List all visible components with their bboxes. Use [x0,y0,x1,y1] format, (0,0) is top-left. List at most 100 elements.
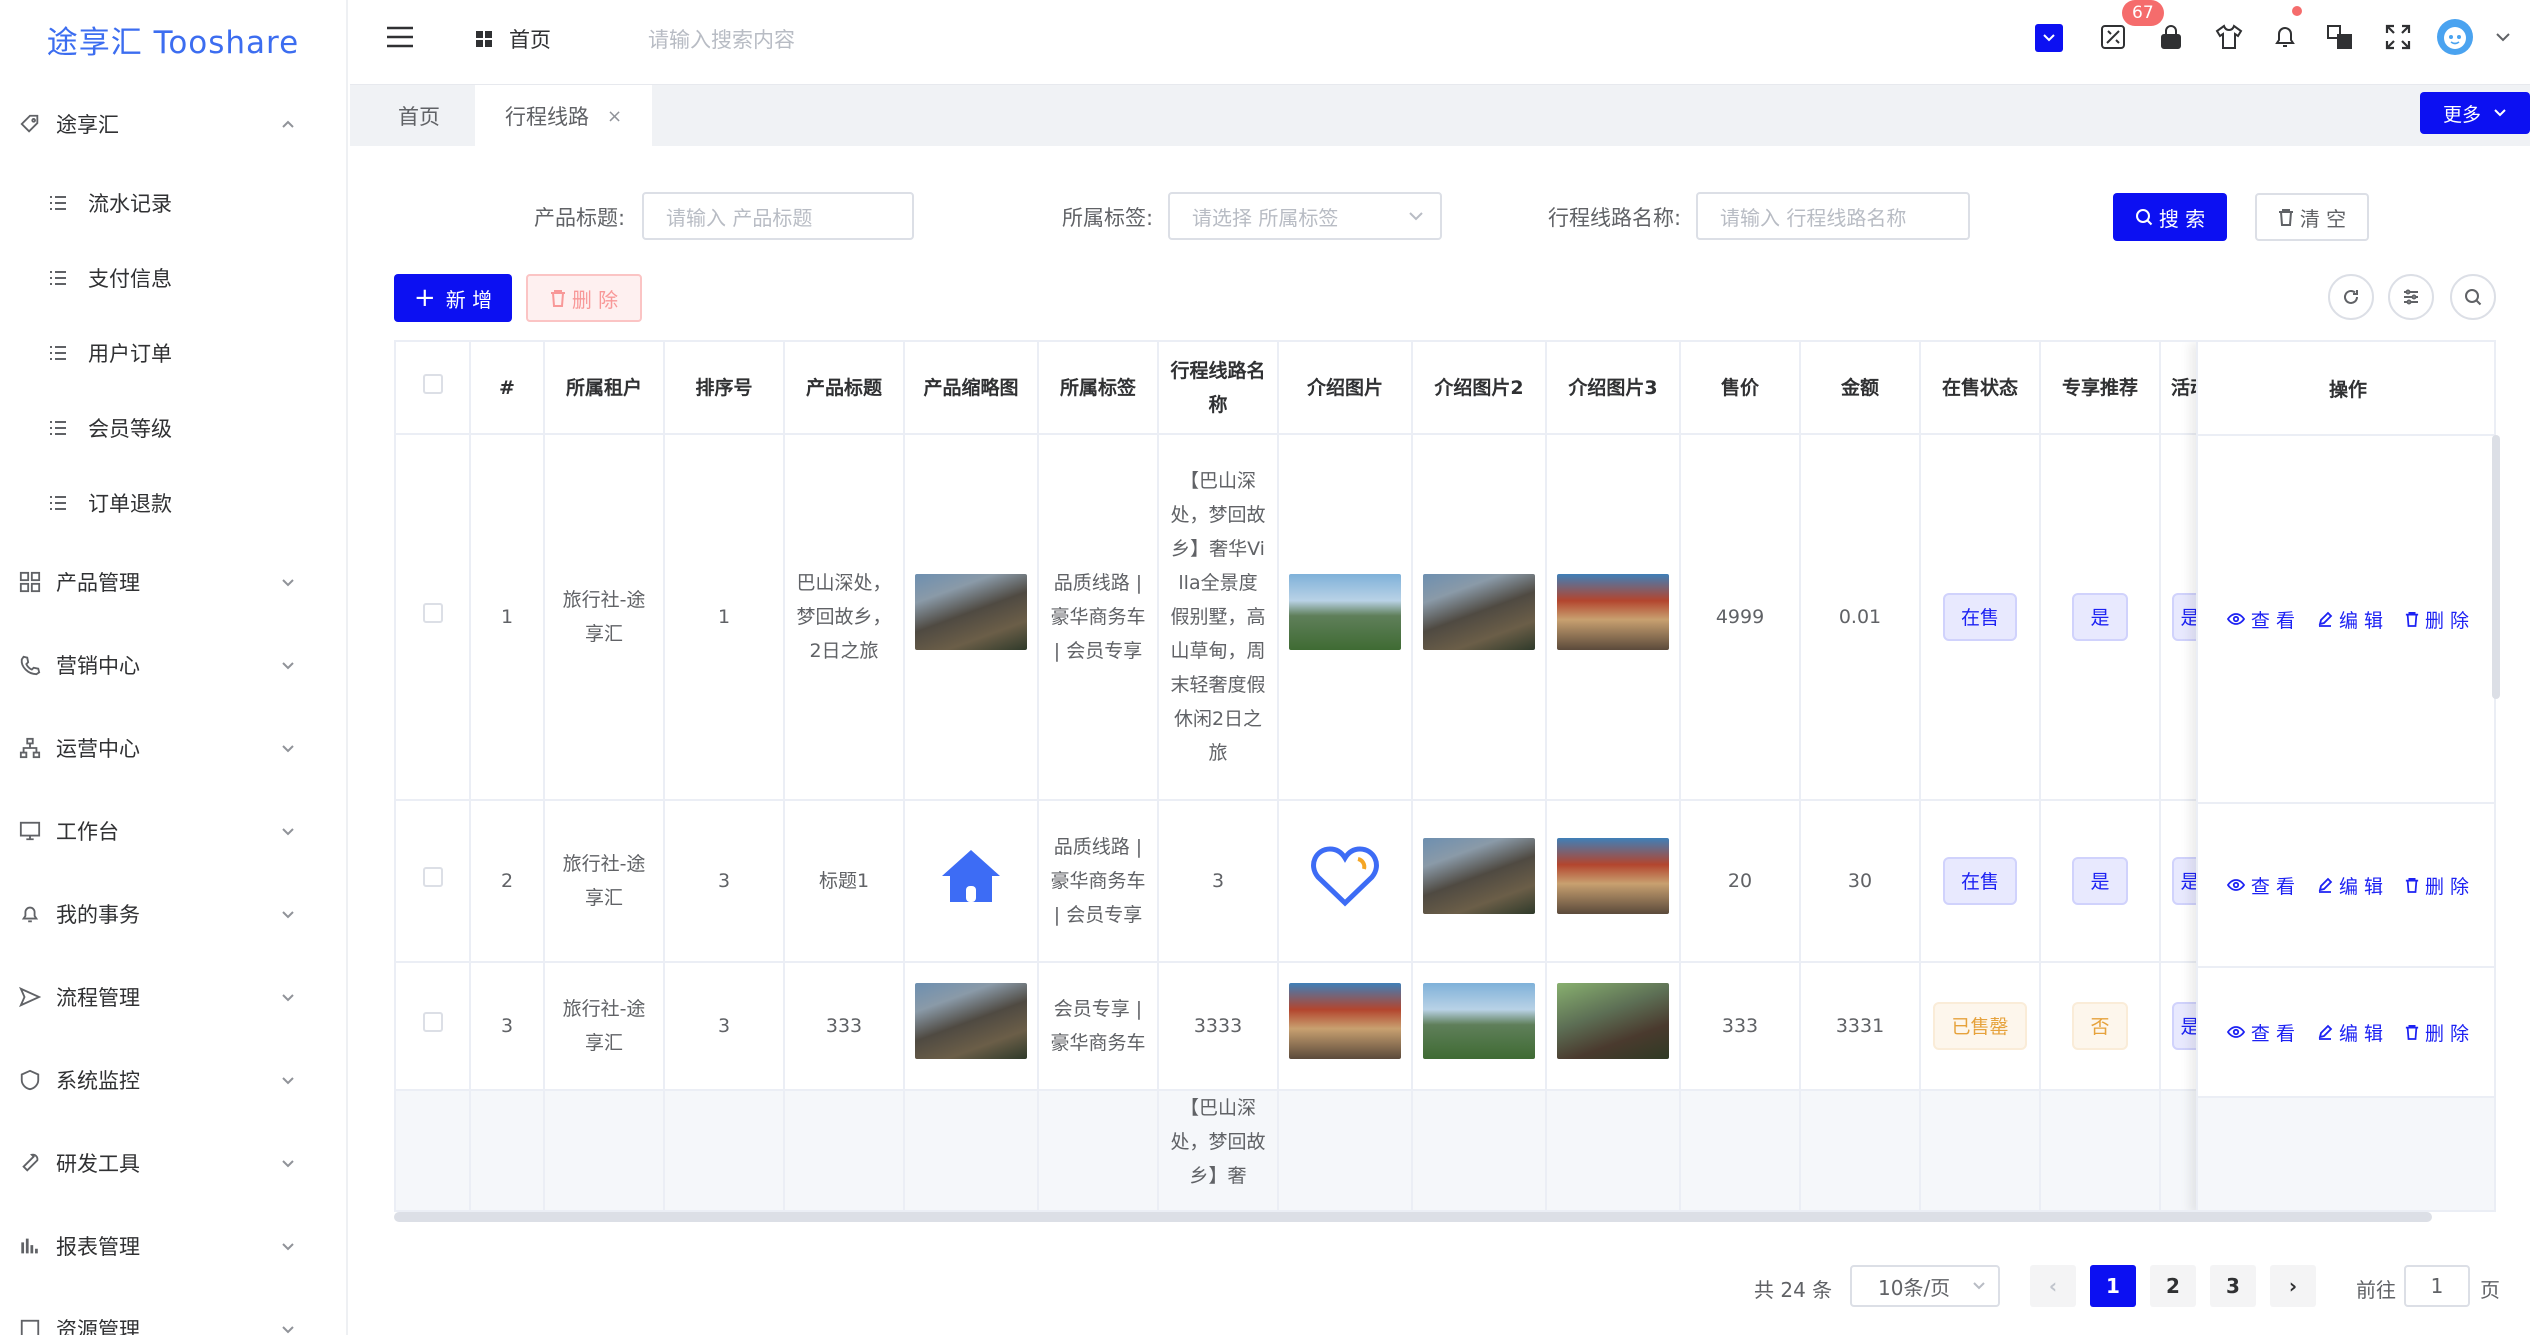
tshirt-icon[interactable] [2214,22,2244,52]
submenu-item[interactable]: 流水记录 [0,165,346,240]
view-button[interactable]: 查 看 [2226,872,2295,899]
delete-row-button[interactable]: 删 除 [2405,872,2469,899]
cell-intro-image-2 [1412,962,1547,1091]
more-button[interactable]: 更多 [2420,92,2530,134]
more-label: 更多 [2442,103,2481,126]
page-3[interactable]: 3 [2210,1265,2256,1307]
checkbox-cell[interactable] [396,962,471,1091]
select-all-checkbox[interactable] [422,373,443,394]
thumbnail-image[interactable] [1423,982,1535,1059]
checkbox-cell[interactable] [396,434,471,801]
house-icon[interactable] [938,846,1004,906]
data-table: # 所属租户 排序号 产品标题 产品缩略图 所属标签 行程线路名称 介绍图片 介绍图片2 介绍图片… [394,340,2496,1212]
clear-button[interactable]: 清 空 [2255,193,2369,241]
app-logo[interactable]: 途享汇 Tooshare [0,0,346,78]
thumbnail-image[interactable] [915,982,1027,1059]
thumbnail-image[interactable] [915,573,1027,650]
menu-group[interactable]: 工作台 [0,789,346,872]
cell-sort: 3 [664,800,785,963]
breadcrumb[interactable]: 首页 [475,24,551,54]
edit-button[interactable]: 编 辑 [2317,1019,2383,1046]
menu-group[interactable]: 研发工具 [0,1121,346,1204]
delete-row-button[interactable]: 删 除 [2405,1019,2469,1046]
add-button[interactable]: + 新 增 [394,274,512,322]
checkbox-cell[interactable] [396,800,471,963]
thumbnail-image[interactable] [1557,573,1669,650]
edit-button[interactable]: 编 辑 [2317,872,2383,899]
submenu-item[interactable]: 用户订单 [0,315,346,390]
thumbnail-image[interactable] [1423,837,1535,914]
submenu-item[interactable]: 订单退款 [0,465,346,540]
thumbnail-image[interactable] [1289,573,1401,650]
submenu-item[interactable]: 支付信息 [0,240,346,315]
row-checkbox[interactable] [422,603,443,623]
page-1[interactable]: 1 [2090,1265,2136,1307]
table-row[interactable]: 【巴山深处，梦回故乡】奢 [396,1090,2221,1210]
hamburger-icon[interactable] [385,25,415,49]
menu-group-tooshare[interactable]: 途享汇 [0,82,346,165]
submenu-item[interactable]: 会员等级 [0,390,346,465]
menu-group[interactable]: 流程管理 [0,955,346,1038]
tab-route[interactable]: 行程线路 × [475,85,653,147]
toggle-search-button[interactable] [2450,274,2496,320]
column-header: 专享推荐 [2040,342,2161,435]
thumbnail-image[interactable] [1557,837,1669,914]
edit-button[interactable]: 编 辑 [2317,606,2383,633]
cell-status: 在售 [1920,800,2041,963]
columns-button[interactable] [2388,274,2434,320]
bars-icon [18,1234,42,1258]
route-filter-input[interactable]: 请输入 行程线路名称 [1696,192,1970,240]
tag-filter-select[interactable]: 请选择 所属标签 [1168,192,1442,240]
translate-icon[interactable] [2325,22,2355,52]
submenu-label: 订单退款 [88,491,172,516]
trash-icon [2405,612,2419,627]
tab-home[interactable]: 首页 [398,85,440,147]
page-size-select[interactable]: 10条/页 [1850,1265,2000,1307]
delete-row-button[interactable]: 删 除 [2405,606,2469,633]
tools-icon[interactable] [2098,22,2128,52]
heart-icon[interactable] [1310,845,1380,907]
row-checkbox[interactable] [422,1012,443,1032]
view-button[interactable]: 查 看 [2226,1019,2295,1046]
prev-page-button[interactable]: ‹ [2030,1265,2076,1307]
wrench-icon [18,1151,42,1175]
menu-group[interactable]: 产品管理 [0,540,346,623]
row-checkbox[interactable] [422,867,443,887]
vertical-scrollbar[interactable] [2492,435,2500,699]
table-row[interactable]: 1 旅行社-途享汇 1 巴山深处，梦回故乡，2日之旅 品质线路 | 豪华商务车 | 会员… [396,434,2221,801]
menu-group[interactable]: 资源管理 [0,1287,346,1335]
select-all-header[interactable] [396,342,471,435]
thumbnail-image[interactable] [1289,982,1401,1059]
view-button[interactable]: 查 看 [2226,606,2295,633]
menu-group[interactable]: 系统监控 [0,1038,346,1121]
menu-group[interactable]: 运营中心 [0,706,346,789]
bell-icon[interactable] [2270,22,2300,52]
horizontal-scrollbar[interactable] [394,1212,2432,1222]
column-header: 所属标签 [1038,342,1159,435]
page-2[interactable]: 2 [2150,1265,2196,1307]
table-row[interactable]: 2 旅行社-途享汇 3 标题1 品质线路 | 豪华商务车 | 会员专享 3 20 30 在售是是 [396,800,2221,963]
menu-group[interactable]: 报表管理 [0,1204,346,1287]
checkbox-cell[interactable] [396,1090,471,1210]
lock-icon[interactable] [2156,22,2186,52]
menu-group[interactable]: 营销中心 [0,623,346,706]
thumbnail-image[interactable] [1557,982,1669,1059]
menu-group[interactable]: 我的事务 [0,872,346,955]
title-filter-input[interactable]: 请输入 产品标题 [642,192,914,240]
goto-input[interactable]: 1 [2404,1265,2470,1307]
delete-button[interactable]: 删 除 [526,274,642,322]
search-button[interactable]: 搜 索 [2113,193,2227,241]
thumbnail-image[interactable] [1423,573,1535,650]
dropdown-square-icon[interactable] [2035,24,2063,52]
refresh-button[interactable] [2328,274,2374,320]
column-header: 介绍图片3 [1546,342,1681,435]
fullscreen-icon[interactable] [2383,22,2413,52]
table-row[interactable]: 3 旅行社-途享汇 3 333 会员专享 | 豪华商务车 3333 333 3331 已售罄否是 [396,962,2221,1091]
chevron-down-icon[interactable] [2494,30,2512,44]
column-header: # [470,342,545,435]
avatar[interactable] [2437,19,2473,55]
cell-amount [1800,1090,1921,1210]
close-icon[interactable]: × [607,106,622,127]
next-page-button[interactable]: › [2270,1265,2316,1307]
header-search-input[interactable]: 请输入搜索内容 [648,24,795,54]
